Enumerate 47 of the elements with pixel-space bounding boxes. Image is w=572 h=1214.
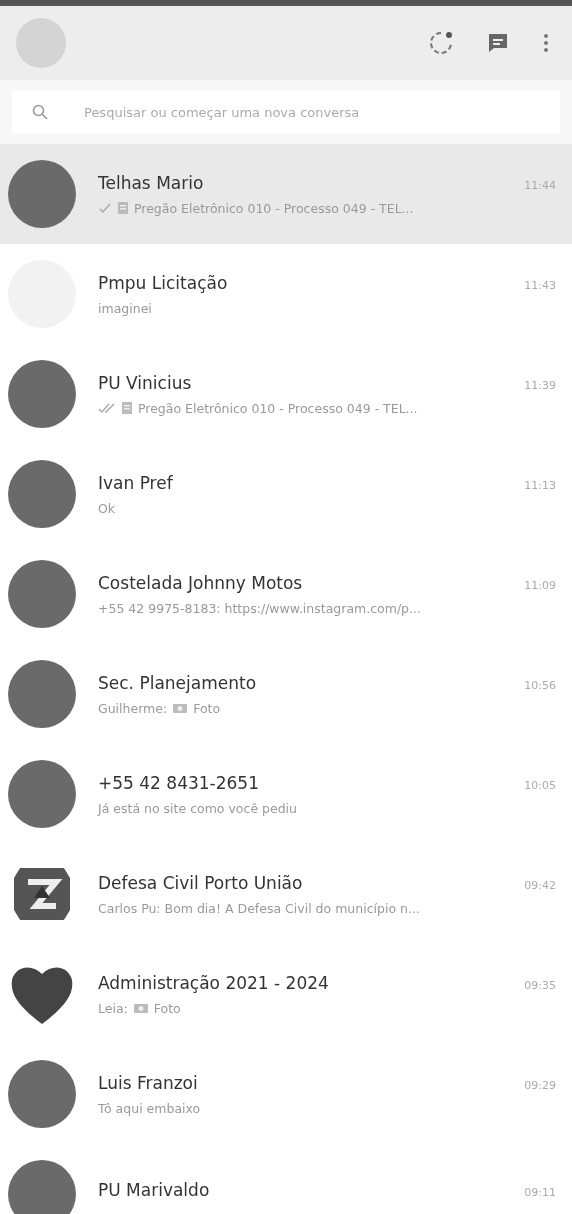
contact-name: Luis Franzoi bbox=[98, 1072, 198, 1093]
contact-name: PU Marivaldo bbox=[98, 1180, 210, 1200]
menu-icon[interactable] bbox=[542, 31, 550, 55]
contact-name: Costelada Johnny Motos bbox=[98, 572, 303, 593]
contact-name: PU Vinicius bbox=[98, 372, 192, 393]
contact-name: Sec. Planejamento bbox=[98, 672, 257, 693]
message-preview: Carlos Pu: Bom dia! A Defesa Civil do município n... bbox=[98, 900, 420, 916]
contact-name: Defesa Civil Porto União bbox=[98, 872, 303, 893]
sender-name: Leia: bbox=[98, 1000, 128, 1016]
search-field[interactable]: Pesquisar ou começar uma nova conversa bbox=[12, 90, 560, 134]
message-time: 11:13 bbox=[524, 478, 556, 492]
sender-name: Guilherme: bbox=[98, 700, 168, 716]
message-preview: Foto bbox=[193, 700, 221, 716]
contact-name: Ivan Pref bbox=[98, 472, 173, 493]
message-time: 11:09 bbox=[524, 578, 556, 592]
document-icon bbox=[121, 401, 133, 415]
avatar-photo bbox=[8, 1160, 76, 1214]
message-preview: Pregão Eletrônico 010 - Processo 049 - TEL... bbox=[134, 200, 414, 216]
message-preview: Tô aqui embaixo bbox=[98, 1100, 201, 1116]
double-check-icon bbox=[98, 402, 116, 414]
camera-icon bbox=[132, 1002, 149, 1014]
check-icon bbox=[98, 202, 112, 214]
chat-item[interactable]: Telhas Mario 11:44 Pregão Eletrônico 010 - Processo 049 - TEL... bbox=[0, 144, 572, 244]
message-time: 11:44 bbox=[524, 178, 556, 192]
message-preview: imaginei bbox=[98, 300, 152, 316]
message-preview: +55 42 9975-8183: https://www.instagram.com/p... bbox=[98, 600, 421, 616]
message-preview: Pregão Eletrônico 010 - Processo 049 - TEL... bbox=[138, 400, 418, 416]
document-icon bbox=[117, 201, 129, 215]
message-preview: Foto bbox=[153, 1000, 181, 1016]
message-time: 10:56 bbox=[524, 678, 556, 692]
search-icon bbox=[32, 104, 48, 120]
contact-name: Pmpu Licitação bbox=[98, 272, 228, 293]
message-time: 10:05 bbox=[524, 778, 556, 792]
message-time: 11:39 bbox=[524, 378, 556, 392]
message-time: 09:29 bbox=[524, 1078, 556, 1092]
message-time: 11:43 bbox=[524, 278, 556, 292]
contact-name: Administração 2021 - 2024 bbox=[98, 972, 329, 993]
contact-name: Telhas Mario bbox=[98, 172, 204, 193]
message-preview: Já está no site como você pediu bbox=[98, 800, 297, 816]
contact-name: +55 42 8431-2651 bbox=[98, 772, 259, 793]
message-time: 09:11 bbox=[524, 1186, 556, 1199]
status-icon[interactable] bbox=[428, 30, 454, 56]
message-time: 09:35 bbox=[524, 978, 556, 992]
message-time: 09:42 bbox=[524, 878, 556, 892]
message-preview: Ok bbox=[98, 500, 116, 516]
camera-icon bbox=[172, 702, 189, 714]
chat-icon[interactable] bbox=[486, 31, 510, 55]
